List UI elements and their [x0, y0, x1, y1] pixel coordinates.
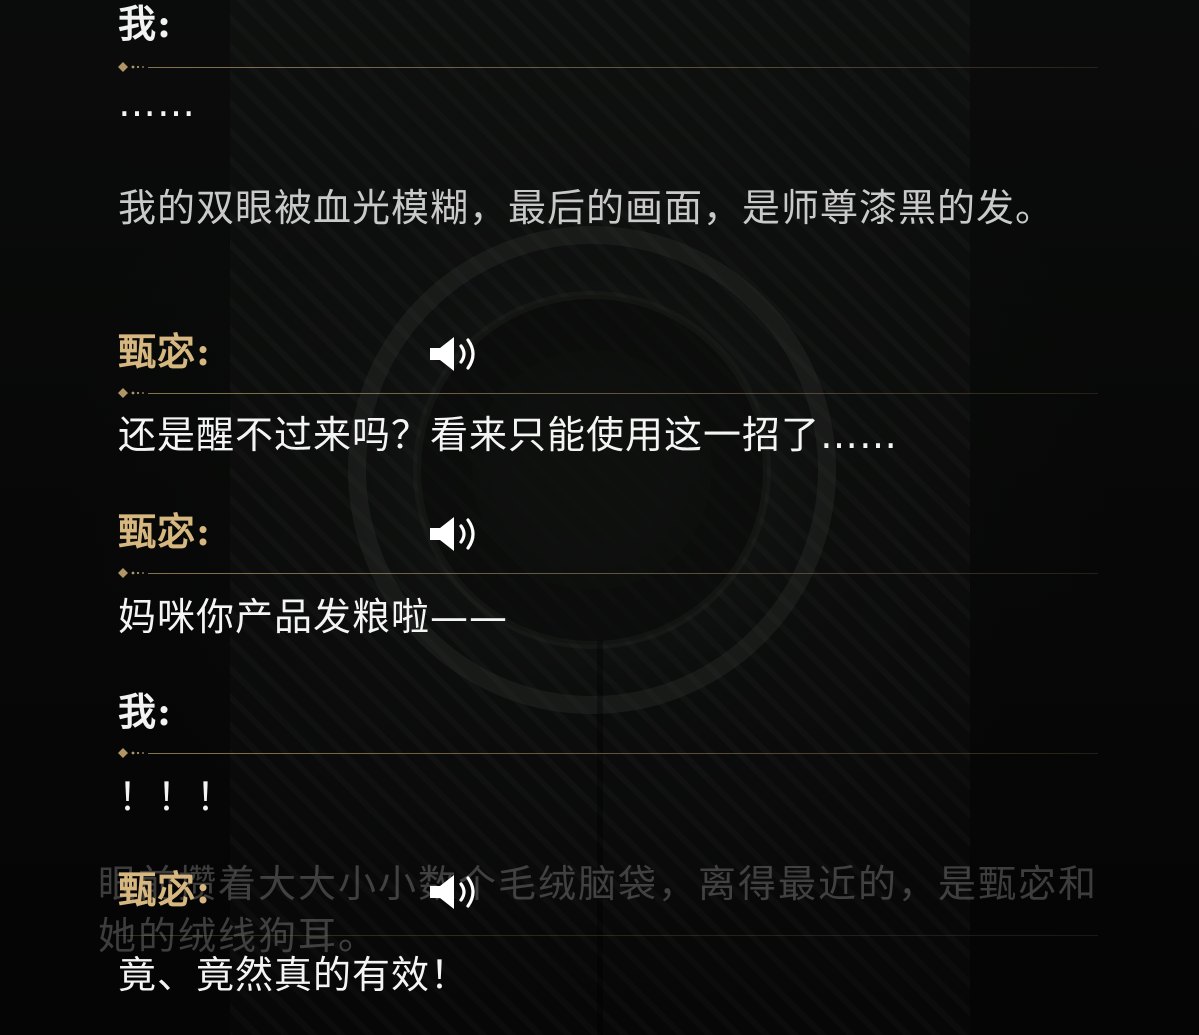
speaker-name: 甄宓:: [118, 509, 212, 554]
speaker-row: 我:: [118, 2, 1098, 46]
divider: [118, 568, 1098, 578]
speaker-row: 甄宓:: [118, 510, 1098, 554]
dialogue-text: 还是醒不过来吗？看来只能使用这一招了……: [118, 413, 899, 457]
speaker-name: 我:: [118, 689, 173, 734]
speaker-name: 我:: [118, 1, 173, 46]
speaker-volume-icon[interactable]: [428, 872, 488, 912]
narration-text: 我的双眼被血光模糊，最后的画面，是师尊漆黑的发。: [118, 186, 1055, 230]
speaker-volume-icon[interactable]: [428, 334, 488, 374]
speaker-name: 甄宓:: [118, 329, 212, 374]
divider: [118, 748, 1098, 758]
speaker-name: 甄宓:: [118, 867, 212, 912]
diamond-ornament-icon: [118, 568, 144, 578]
dialogue-text: ！！！: [118, 775, 236, 819]
speaker-row: 甄宓:: [118, 868, 1098, 912]
divider: [118, 62, 1098, 72]
speaker-row: 我:: [118, 690, 1098, 734]
speaker-row: 甄宓:: [118, 330, 1098, 374]
divider: [118, 388, 1098, 398]
dialogue-log-screen: 眼前攒着大大小小数个毛绒脑袋，离得最近的，是甄宓和她的绒线狗耳。 我: …… 我…: [0, 0, 1199, 1035]
speaker-volume-icon[interactable]: [428, 514, 488, 554]
dialogue-text: 妈咪你产品发粮啦——: [118, 595, 509, 639]
diamond-ornament-icon: [118, 388, 144, 398]
dialogue-text: 竟、竟然真的有效！: [118, 953, 470, 997]
dialogue-text: ……: [118, 81, 196, 125]
diamond-ornament-icon: [118, 748, 144, 758]
diamond-ornament-icon: [118, 62, 144, 72]
divider: [118, 930, 1098, 940]
